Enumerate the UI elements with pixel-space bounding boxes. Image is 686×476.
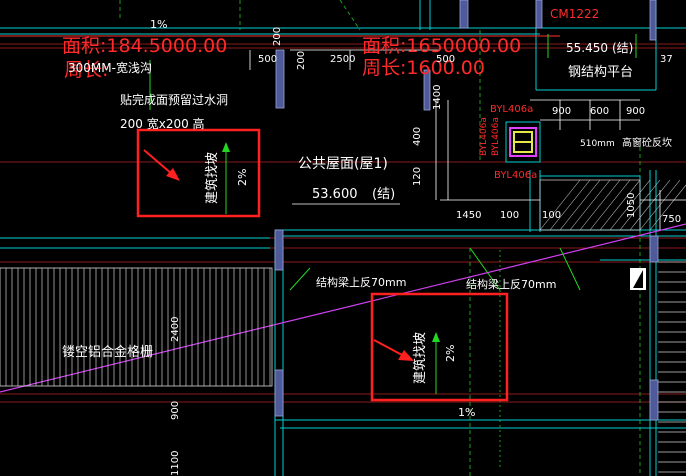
roof-elevation: 53.600: [312, 187, 358, 202]
dim-750: 750: [662, 214, 681, 225]
dim-200-a: 200: [296, 51, 307, 70]
slope-percent-bottom-edge: 1%: [458, 406, 475, 419]
overflow-note: 贴完成面预留过水洞: [120, 92, 228, 107]
grille-label: 镂空铝合金格栅: [62, 344, 153, 360]
dim-900-c: 900: [170, 401, 181, 420]
dim-1450: 1450: [456, 210, 481, 221]
platform-elevation: 55.450: [566, 41, 608, 55]
grille-bars: [5, 268, 271, 386]
highlight-box-bottom: [370, 292, 509, 402]
high-sill-label: 高窗砼反坎: [622, 136, 672, 149]
shallow-ditch-note: 300MM-宽浅沟: [68, 60, 152, 75]
red-pointer-arrow-bottom: [373, 339, 414, 361]
hatch-line: [589, 179, 631, 231]
area-label-1: 面积:184.5000.00: [62, 35, 227, 57]
dim-900-b: 900: [626, 106, 645, 117]
dim-2400: 2400: [170, 317, 181, 342]
dim-100-b: 100: [542, 210, 561, 221]
grille-hatch: [0, 267, 273, 387]
dim-600: 600: [590, 106, 609, 117]
dim-1100: 1100: [170, 451, 181, 476]
stair-steps: [658, 261, 686, 473]
slope-label-bottom: 建筑找坡: [412, 332, 428, 384]
beam-note-1: 结构梁上反70mm: [316, 275, 406, 289]
byl-tag-a: BYL406a: [490, 104, 533, 115]
perimeter-label-2: 周长:1600.00: [362, 57, 485, 79]
floor-plan-svg: 面积:184.5000.00 面积:1650000.00 周长: 周长:1600…: [0, 0, 686, 476]
hatch-line: [549, 179, 591, 231]
magenta-section-line: [0, 223, 686, 393]
byl-tag-c: BYL406a: [491, 117, 501, 156]
byl-tag-d: BYL406a: [479, 117, 489, 156]
dim-900-a: 900: [552, 106, 571, 117]
hatch-line: [559, 179, 601, 231]
north-marker: [630, 268, 646, 290]
byl-tag-b: BYL406a: [494, 170, 537, 181]
platform-elevation-suffix: (结): [612, 41, 633, 55]
slope-percent-bottom: 2%: [444, 345, 457, 362]
dim-510: 510mm: [580, 139, 615, 149]
hatch-line: [539, 179, 581, 231]
hatch-line: [579, 179, 621, 231]
roof-name: 公共屋面(屋1): [298, 156, 388, 172]
dim-200-b: 200: [272, 27, 283, 46]
dim-400: 400: [412, 127, 423, 146]
slope-percent-top: 2%: [236, 169, 249, 186]
slope-arrows: [222, 142, 440, 342]
dim-500-b: 500: [436, 54, 455, 65]
dim-500-a: 500: [258, 54, 277, 65]
dim-37: 37: [660, 54, 673, 65]
dim-100-a: 100: [500, 210, 519, 221]
red-pointer-arrow-top: [143, 149, 180, 181]
byl-column-detail: [505, 121, 541, 163]
dim-side-2: 1050: [626, 193, 637, 218]
dim-side-1: 1400: [432, 85, 443, 110]
slope-percent-top-edge: 1%: [150, 18, 167, 31]
roof-elevation-suffix: (结): [372, 187, 395, 202]
window-tag: CM1222: [550, 7, 599, 21]
beam-note-2: 结构梁上反70mm: [466, 277, 556, 291]
hatch-line: [569, 179, 611, 231]
cad-drawing-canvas: 面积:184.5000.00 面积:1650000.00 周长: 周长:1600…: [0, 0, 686, 476]
dim-120: 120: [412, 167, 423, 186]
steel-platform-label: 钢结构平台: [568, 65, 633, 80]
slope-label-top: 建筑找坡: [204, 152, 220, 204]
dim-2500: 2500: [330, 54, 355, 65]
overflow-size: 200 宽x200 高: [120, 116, 205, 131]
